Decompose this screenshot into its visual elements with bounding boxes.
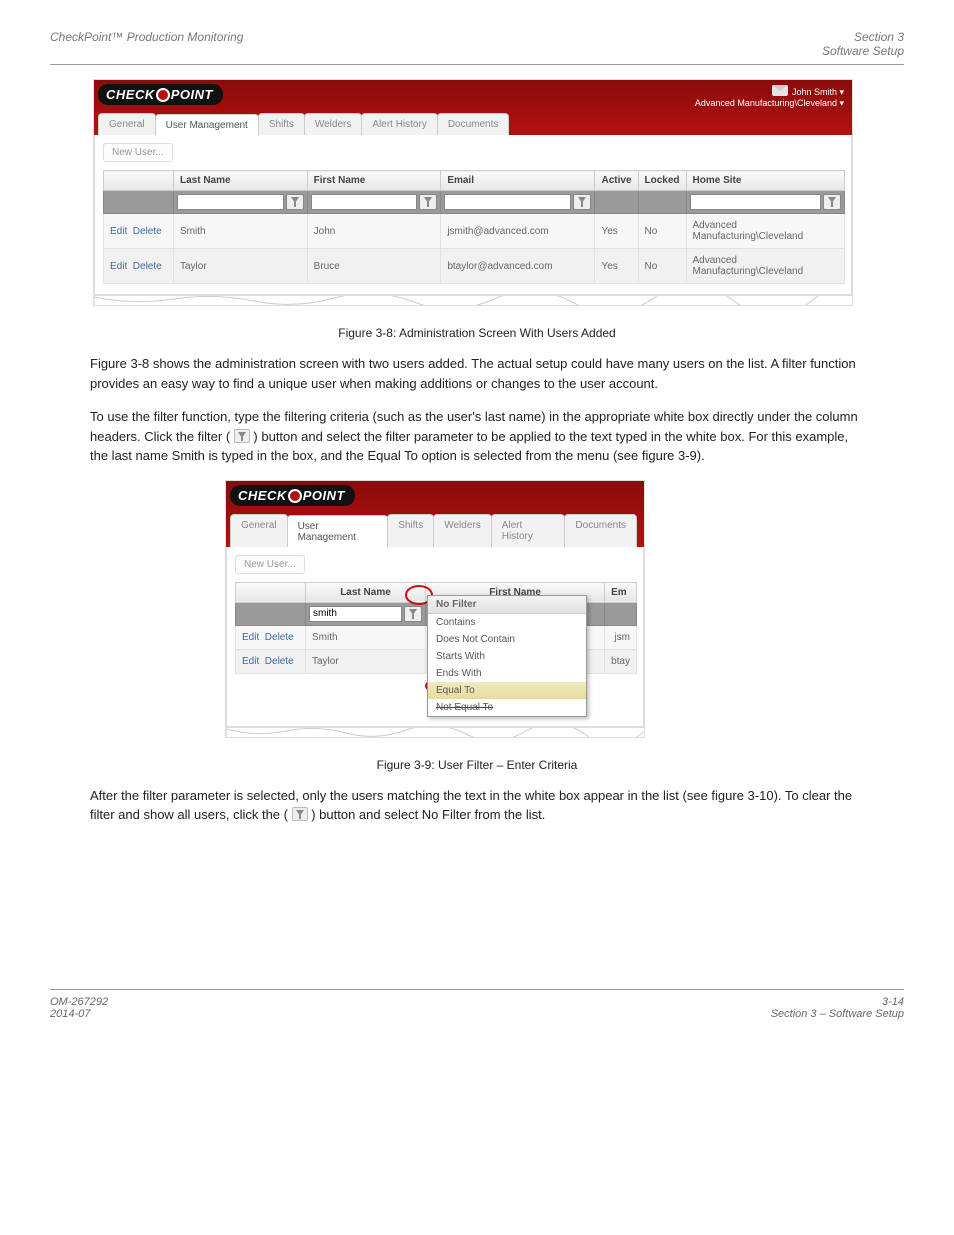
delete-link[interactable]: Delete: [265, 632, 294, 643]
cell-active: Yes: [595, 249, 638, 284]
tab-documents[interactable]: Documents: [564, 514, 637, 547]
tab-general[interactable]: General: [98, 113, 156, 135]
tab-shifts[interactable]: Shifts: [258, 113, 305, 135]
cell-last: Taylor: [174, 249, 308, 284]
site-path[interactable]: Advanced Manufacturing\Cleveland: [695, 98, 844, 109]
logo-dot-icon: [156, 88, 170, 102]
cell-last: Smith: [306, 625, 426, 649]
page-running-header: CheckPoint™ Production Monitoring Sectio…: [50, 30, 904, 65]
col-home-site[interactable]: Home Site: [686, 171, 844, 191]
cell-last: Taylor: [306, 649, 426, 673]
filter-last-name[interactable]: [177, 194, 284, 210]
edit-link[interactable]: Edit: [110, 261, 127, 272]
tab-welders[interactable]: Welders: [304, 113, 363, 135]
delete-link[interactable]: Delete: [133, 226, 162, 237]
filter-last-name[interactable]: [309, 606, 402, 622]
paragraph-1: Figure 3-8 shows the administration scre…: [90, 354, 864, 393]
filter-last-name-button[interactable]: [286, 194, 304, 210]
filter-icon: [234, 429, 250, 443]
app-logo: CHECKPOINT: [230, 485, 355, 506]
filter-icon: [292, 807, 308, 821]
filter-email-button[interactable]: [573, 194, 591, 210]
user-row: Edit Delete Taylor Bruce btaylor@advance…: [104, 249, 845, 284]
cell-em: btay: [605, 649, 637, 673]
tab-welders[interactable]: Welders: [433, 514, 492, 547]
filter-home-site-button[interactable]: [823, 194, 841, 210]
cell-locked: No: [638, 249, 686, 284]
delete-link[interactable]: Delete: [265, 656, 294, 667]
cell-email: jsmith@advanced.com: [441, 214, 595, 249]
filter-email[interactable]: [444, 194, 571, 210]
filter-last-name-button[interactable]: [404, 606, 422, 622]
filter-opt-ends-with[interactable]: Ends With: [428, 665, 586, 682]
screenshot-filter-criteria: CHECKPOINT General User Management Shift…: [225, 480, 645, 738]
col-email-short[interactable]: Em: [605, 582, 637, 602]
paragraph-3: After the filter parameter is selected, …: [90, 786, 864, 825]
filter-opt-does-not-contain[interactable]: Does Not Contain: [428, 631, 586, 648]
filter-opt-starts-with[interactable]: Starts With: [428, 648, 586, 665]
header-left: CheckPoint™ Production Monitoring: [50, 30, 243, 58]
figure-caption-1: Figure 3-8: Administration Screen With U…: [50, 326, 904, 340]
col-last-name[interactable]: Last Name: [306, 582, 426, 602]
user-name[interactable]: John Smith: [792, 87, 844, 97]
torn-edge: [226, 727, 644, 737]
cell-locked: No: [638, 214, 686, 249]
user-row: Edit Delete Smith John jsmith@advanced.c…: [104, 214, 845, 249]
cell-em: jsm: [605, 625, 637, 649]
tab-user-management[interactable]: User Management: [287, 515, 389, 548]
edit-link[interactable]: Edit: [110, 226, 127, 237]
delete-link[interactable]: Delete: [133, 261, 162, 272]
edit-link[interactable]: Edit: [242, 656, 259, 667]
col-locked[interactable]: Locked: [638, 171, 686, 191]
tab-documents[interactable]: Documents: [437, 113, 510, 135]
account-menu[interactable]: John Smith Advanced Manufacturing\Clevel…: [695, 85, 844, 109]
footer-date: 2014-07: [50, 1008, 108, 1020]
filter-home-site[interactable]: [690, 194, 821, 210]
cell-last: Smith: [174, 214, 308, 249]
cell-home: Advanced Manufacturing\Cleveland: [686, 214, 844, 249]
header-right-1: Section 3: [822, 30, 904, 44]
cell-first: Bruce: [307, 249, 441, 284]
figure-caption-2: Figure 3-9: User Filter – Enter Criteria: [50, 758, 904, 772]
col-last-name[interactable]: Last Name: [174, 171, 308, 191]
tab-user-management[interactable]: User Management: [155, 114, 259, 136]
filter-opt-contains[interactable]: Contains: [428, 614, 586, 631]
screenshot-admin-users: CHECKPOINT John Smith Advanced Manufactu…: [93, 79, 853, 306]
cell-home: Advanced Manufacturing\Cleveland: [686, 249, 844, 284]
col-first-name[interactable]: First Name: [307, 171, 441, 191]
footer-doc-id: OM-267292: [50, 996, 108, 1008]
edit-link[interactable]: Edit: [242, 632, 259, 643]
tab-alert-history[interactable]: Alert History: [361, 113, 437, 135]
new-user-button[interactable]: New User...: [235, 555, 305, 574]
tab-shifts[interactable]: Shifts: [387, 514, 434, 547]
filter-opt-not-equal-to[interactable]: Not Equal To: [428, 699, 586, 716]
footer-section: Section 3 – Software Setup: [771, 1008, 904, 1020]
tab-alert-history[interactable]: Alert History: [491, 514, 566, 547]
filter-opt-no-filter[interactable]: No Filter: [428, 596, 586, 614]
col-email[interactable]: Email: [441, 171, 595, 191]
cell-first: John: [307, 214, 441, 249]
torn-edge: [94, 295, 852, 305]
cell-active: Yes: [595, 214, 638, 249]
filter-menu[interactable]: No Filter Contains Does Not Contain Star…: [427, 595, 587, 717]
page-footer: OM-267292 2014-07 3-14 Section 3 – Softw…: [50, 989, 904, 1020]
filter-first-name-button[interactable]: [419, 194, 437, 210]
footer-page-num: 3-14: [771, 996, 904, 1008]
paragraph-2: To use the filter function, type the fil…: [90, 407, 864, 466]
new-user-button[interactable]: New User...: [103, 143, 173, 162]
mail-icon[interactable]: [772, 85, 788, 96]
filter-opt-equal-to[interactable]: Equal To: [428, 682, 586, 699]
logo-dot-icon: [288, 489, 302, 503]
header-right-2: Software Setup: [822, 44, 904, 58]
users-grid: Last Name First Name Email Active Locked…: [103, 170, 845, 284]
app-logo: CHECKPOINT: [98, 84, 223, 105]
cell-email: btaylor@advanced.com: [441, 249, 595, 284]
col-active[interactable]: Active: [595, 171, 638, 191]
tab-general[interactable]: General: [230, 514, 288, 547]
filter-first-name[interactable]: [311, 194, 418, 210]
